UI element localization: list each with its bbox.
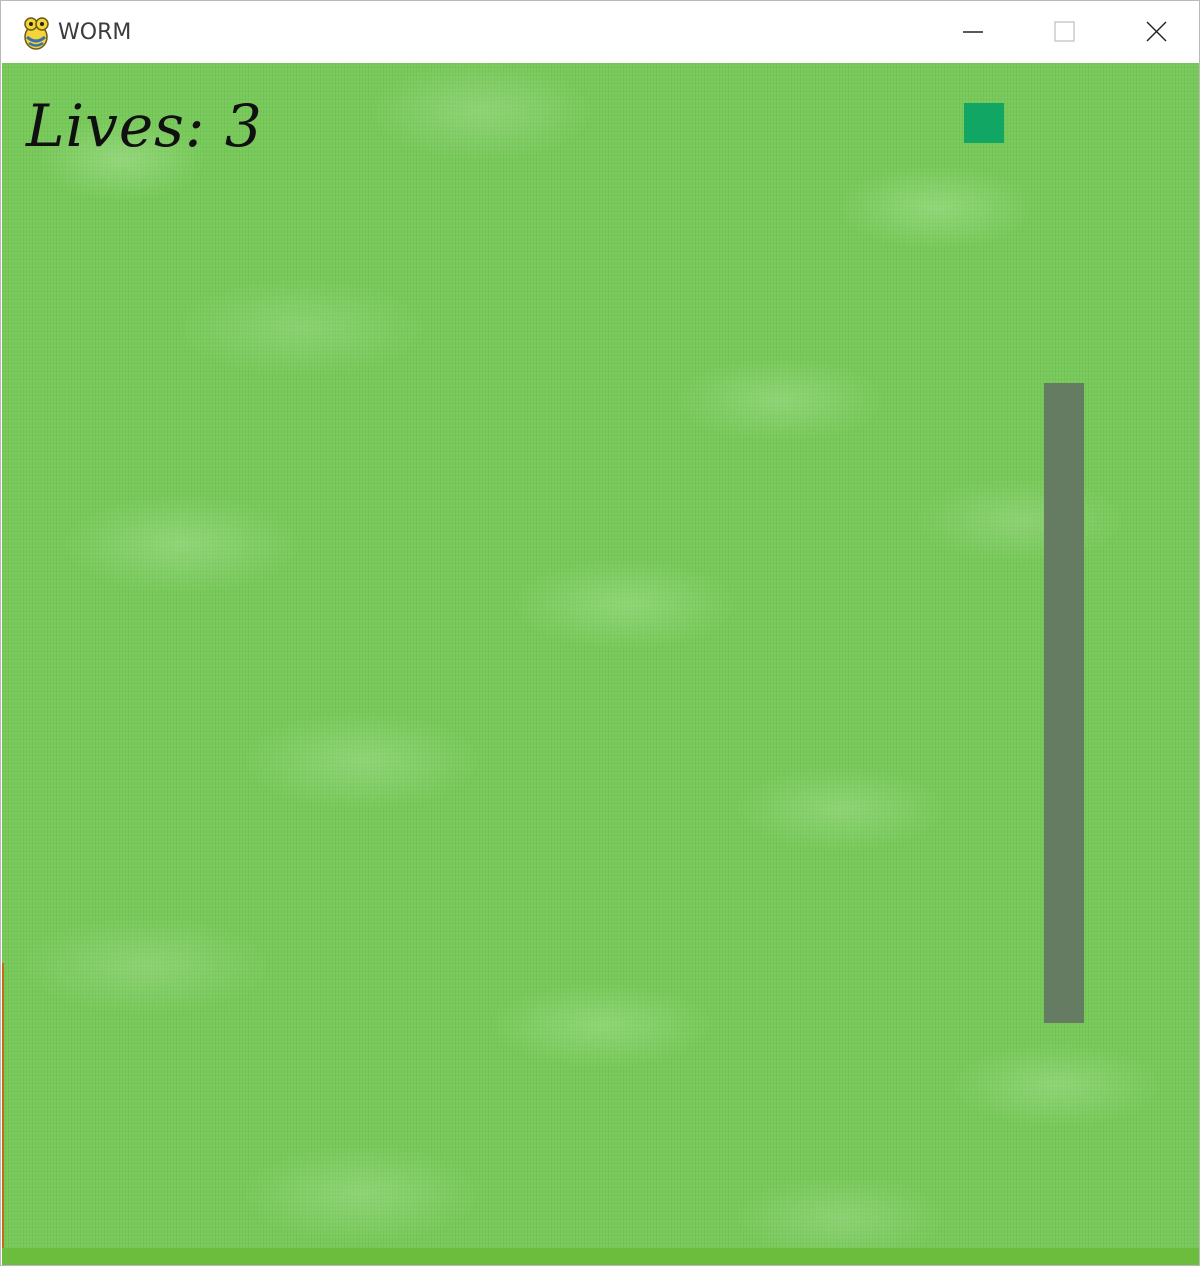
maximize-button[interactable] [1019, 1, 1111, 63]
lives-counter: Lives: 3 [26, 92, 263, 160]
food-pellet [964, 103, 1004, 143]
worm-body [1044, 383, 1084, 1023]
title-bar[interactable]: WORM [1, 1, 1199, 63]
bottom-grass-strip [2, 1248, 1199, 1265]
left-edge-marker [2, 963, 4, 1265]
snake-icon [20, 15, 52, 51]
minimize-button[interactable] [927, 1, 1019, 63]
window-title: WORM [58, 20, 132, 45]
close-button[interactable] [1111, 1, 1199, 63]
game-canvas[interactable]: Lives: 3 [2, 63, 1199, 1265]
game-window: WORM Lives: 3 [0, 0, 1200, 1266]
